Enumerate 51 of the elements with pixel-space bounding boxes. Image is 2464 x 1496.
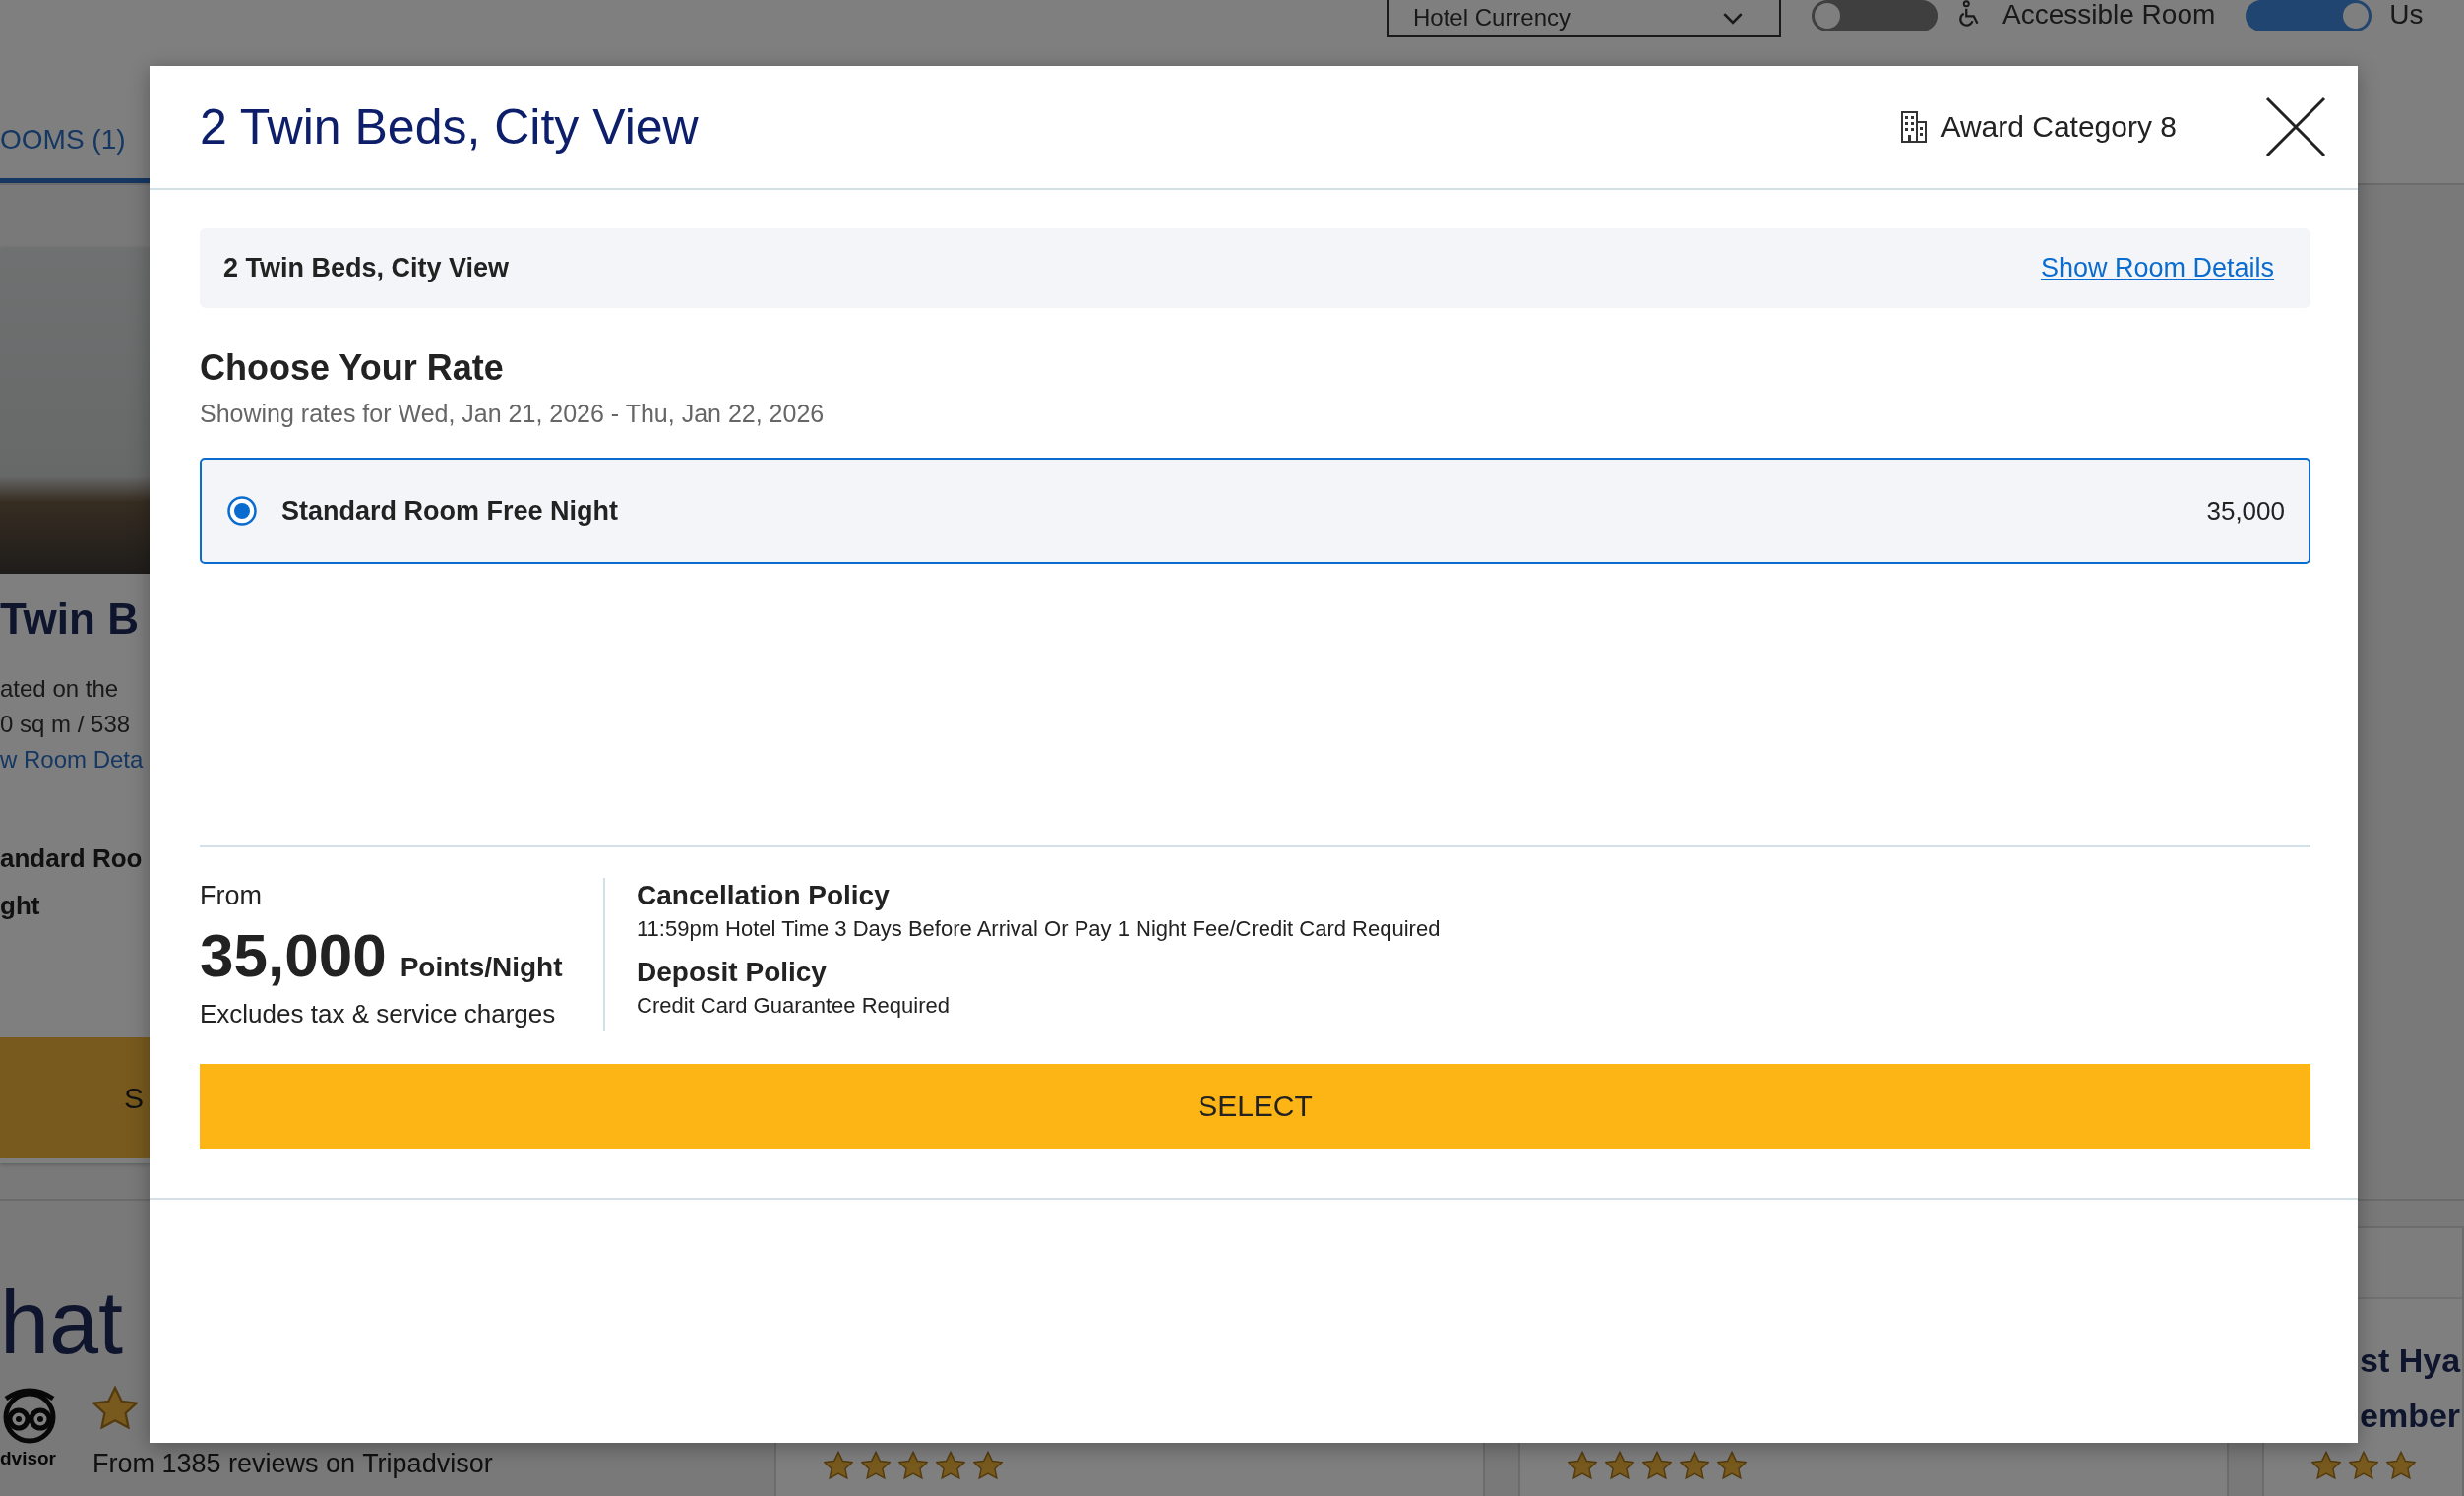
star-icon bbox=[2386, 1451, 2416, 1479]
room-name: 2 Twin Beds, City View bbox=[223, 253, 510, 283]
price-note: Excludes tax & service charges bbox=[200, 998, 556, 1030]
policy-text: Credit Card Guarantee Required bbox=[637, 992, 950, 1020]
filter-label: Us bbox=[2389, 0, 2424, 30]
close-icon[interactable] bbox=[2265, 96, 2326, 157]
star-icon bbox=[1717, 1451, 1747, 1479]
points-unit: Points/Night bbox=[400, 952, 563, 983]
from-label: From bbox=[200, 880, 262, 912]
policy-text: 11:59pm Hotel Time 3 Days Before Arrival Or Pay 1 Night Fee/Credit Card Required bbox=[637, 915, 1441, 943]
toggle-switch[interactable] bbox=[1812, 0, 1938, 31]
section-title: Choose Your Rate bbox=[200, 346, 504, 390]
rate-points: 35,000 bbox=[2206, 495, 2285, 527]
rate-option[interactable]: Standard Room Free Night 35,000 bbox=[200, 458, 2310, 564]
chevron-down-icon bbox=[1722, 11, 1744, 25]
date-range: Showing rates for Wed, Jan 21, 2026 - Thu, Jan 22, 2026 bbox=[200, 399, 825, 429]
radio-button[interactable] bbox=[227, 496, 257, 526]
filter-label: Accessible Room bbox=[2002, 0, 2216, 30]
star-icon bbox=[936, 1451, 965, 1479]
room-title: Twin B bbox=[0, 593, 139, 645]
policy-title: Deposit Policy bbox=[637, 956, 827, 989]
star-icon bbox=[2311, 1451, 2341, 1479]
card-title: st Hya ember bbox=[2360, 1340, 2461, 1436]
section-heading: hat bbox=[0, 1273, 124, 1374]
room-description: ated on the bbox=[0, 674, 119, 704]
currency-select[interactable]: Hotel Currency bbox=[1387, 0, 1781, 37]
show-room-details-link[interactable]: Show Room Details bbox=[2040, 253, 2274, 283]
star-icon bbox=[1568, 1451, 1597, 1479]
star-icon bbox=[1605, 1451, 1634, 1479]
award-category: Award Category 8 bbox=[1940, 110, 2177, 144]
star-icon bbox=[824, 1451, 853, 1479]
room-details-link[interactable]: w Room Deta bbox=[0, 742, 144, 778]
room-description: 0 sq m / 538 bbox=[0, 710, 131, 739]
rate-name: Standard Room Free Night bbox=[281, 495, 620, 527]
points-price: 35,000 bbox=[200, 922, 387, 989]
review-count: From 1385 reviews on Tripadvisor bbox=[92, 1448, 493, 1480]
star-icon bbox=[973, 1451, 1003, 1479]
logo-text: dvisor bbox=[0, 1447, 57, 1470]
select-button[interactable]: SELECT bbox=[200, 1064, 2310, 1149]
dialog-title: 2 Twin Beds, City View bbox=[200, 98, 700, 156]
toggle-switch[interactable] bbox=[2246, 0, 2372, 31]
star-icon bbox=[1642, 1451, 1672, 1479]
star-icon bbox=[861, 1451, 891, 1479]
select-button[interactable]: S bbox=[0, 1037, 150, 1158]
rate-name: andard Roo ght bbox=[0, 842, 143, 922]
star-icon bbox=[2349, 1451, 2378, 1479]
star-icon bbox=[1680, 1451, 1709, 1479]
star-icon bbox=[92, 1386, 138, 1429]
building-icon bbox=[1901, 111, 1928, 143]
star-icon bbox=[898, 1451, 928, 1479]
policy-title: Cancellation Policy bbox=[637, 879, 890, 912]
